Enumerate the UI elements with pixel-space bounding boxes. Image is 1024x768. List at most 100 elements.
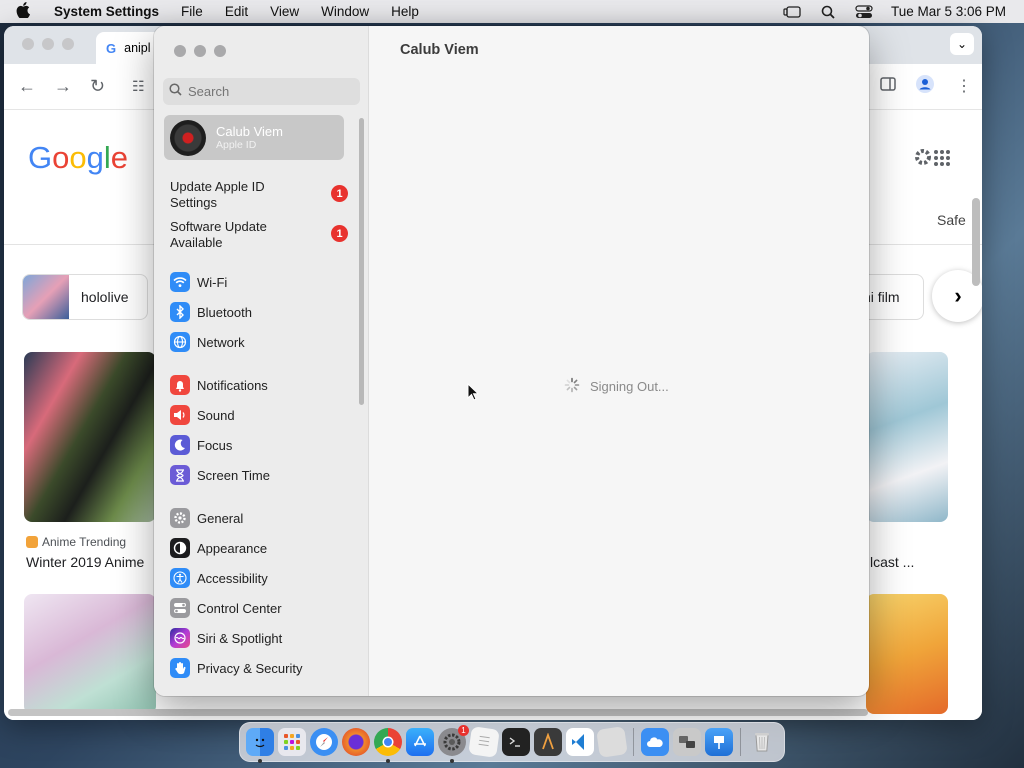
running-indicator bbox=[386, 759, 390, 763]
spotlight-search-icon[interactable] bbox=[819, 5, 837, 19]
sidebar-item-screen-time[interactable]: Screen Time bbox=[170, 464, 270, 486]
icloud-icon[interactable] bbox=[641, 728, 669, 756]
more-menu-icon[interactable]: ⋮ bbox=[956, 76, 972, 96]
page-scrollbar-horizontal[interactable] bbox=[8, 709, 868, 716]
sidebar-item-update-apple-id[interactable]: Update Apple ID Settings 1 bbox=[170, 179, 350, 211]
forward-arrow-icon[interactable]: → bbox=[54, 76, 72, 97]
sidebar-item-general[interactable]: General bbox=[170, 507, 243, 529]
anime-thumbnail-bottom-right[interactable] bbox=[866, 594, 948, 714]
sidebar-item-notifications[interactable]: Notifications bbox=[170, 374, 268, 396]
sidebar-item-wifi[interactable]: Wi-Fi bbox=[170, 271, 227, 293]
settings-search[interactable] bbox=[163, 78, 360, 105]
notification-badge: 1 bbox=[331, 185, 348, 202]
system-settings-window: Calub Viem Apple ID Update Apple ID Sett… bbox=[154, 26, 869, 696]
settings-gear-icon[interactable] bbox=[912, 146, 934, 173]
search-input[interactable] bbox=[188, 84, 348, 99]
browser-close-button[interactable] bbox=[22, 38, 34, 50]
sidebar-item-label: Accessibility bbox=[197, 570, 268, 586]
settings-minimize-button[interactable] bbox=[194, 45, 206, 57]
sidebar-item-label: General bbox=[197, 510, 244, 526]
hand-icon bbox=[170, 658, 190, 678]
settings-close-button[interactable] bbox=[174, 45, 186, 57]
card-title-left[interactable]: Winter 2019 Anime bbox=[26, 554, 144, 570]
sidebar-item-control-center[interactable]: Control Center bbox=[170, 597, 282, 619]
dock-badge: 1 bbox=[458, 725, 469, 736]
safari-icon[interactable] bbox=[310, 728, 338, 756]
bell-icon bbox=[170, 375, 190, 395]
page-title: Calub Viem bbox=[400, 42, 479, 58]
sidebar-item-focus[interactable]: Focus bbox=[170, 434, 232, 456]
gear-icon bbox=[170, 508, 190, 528]
status-text: Signing Out... bbox=[590, 379, 669, 394]
sidebar-item-apple-id[interactable]: Calub Viem Apple ID bbox=[164, 115, 344, 160]
chrome-icon[interactable] bbox=[374, 728, 402, 763]
sidebar-item-siri-spotlight[interactable]: Siri & Spotlight bbox=[170, 627, 282, 649]
app-name-menu[interactable]: System Settings bbox=[54, 4, 159, 19]
anime-thumbnail-bottom-left[interactable] bbox=[24, 594, 156, 714]
system-settings-icon[interactable]: 1 bbox=[438, 725, 469, 763]
settings-zoom-button[interactable] bbox=[214, 45, 226, 57]
menu-file[interactable]: File bbox=[181, 4, 203, 19]
finder-icon[interactable] bbox=[246, 728, 274, 763]
menu-clock[interactable]: Tue Mar 5 3:06 PM bbox=[891, 4, 1006, 19]
menu-window[interactable]: Window bbox=[321, 4, 369, 19]
launchpad-icon[interactable] bbox=[278, 728, 306, 756]
preview-icon[interactable] bbox=[596, 726, 628, 758]
card-source-label: Anime Trending bbox=[42, 535, 127, 549]
wifi-icon bbox=[170, 272, 190, 292]
google-logo[interactable]: Google bbox=[28, 140, 128, 176]
hourglass-icon bbox=[170, 465, 190, 485]
menu-view[interactable]: View bbox=[270, 4, 299, 19]
side-panel-icon[interactable] bbox=[880, 77, 896, 95]
apps-grid-icon[interactable] bbox=[934, 150, 950, 171]
sidebar-item-software-update[interactable]: Software Update Available 1 bbox=[170, 219, 350, 251]
firefox-icon[interactable] bbox=[342, 728, 370, 756]
site-settings-icon[interactable]: ☷ bbox=[132, 78, 145, 95]
running-indicator bbox=[258, 759, 262, 763]
trash-icon[interactable] bbox=[748, 728, 776, 756]
anime-thumbnail-left[interactable] bbox=[24, 352, 156, 522]
sidebar-item-bluetooth[interactable]: Bluetooth bbox=[170, 301, 252, 323]
sidebar-item-sound[interactable]: Sound bbox=[170, 404, 235, 426]
vscode-icon[interactable] bbox=[566, 728, 594, 756]
sidebar-item-label: Control Center bbox=[197, 600, 282, 616]
sidebar-item-appearance[interactable]: Appearance bbox=[170, 537, 267, 559]
settings-window-controls bbox=[174, 45, 226, 57]
card-title-right[interactable]: lcast ... bbox=[870, 554, 914, 570]
signing-out-status: Signing Out... bbox=[564, 377, 669, 396]
search-icon bbox=[169, 82, 182, 101]
safesearch-partial-label[interactable]: Safe bbox=[937, 212, 966, 228]
reload-icon[interactable]: ↻ bbox=[90, 76, 105, 97]
sidebar-item-label: Wi-Fi bbox=[197, 274, 228, 290]
apple-menu-icon[interactable] bbox=[16, 1, 44, 22]
sidebar-item-label: Screen Time bbox=[197, 467, 270, 483]
back-arrow-icon[interactable]: ← bbox=[18, 76, 36, 97]
card-source: Anime Trending bbox=[26, 535, 126, 549]
sidebar-item-label: Appearance bbox=[197, 540, 268, 556]
globe-icon bbox=[170, 332, 190, 352]
keynote-icon[interactable] bbox=[705, 728, 733, 756]
menu-help[interactable]: Help bbox=[391, 4, 419, 19]
stage-manager-icon[interactable] bbox=[783, 5, 801, 19]
migration-icon[interactable] bbox=[673, 728, 701, 756]
instruments-icon[interactable] bbox=[534, 728, 562, 756]
chip-hololive[interactable]: hololive bbox=[22, 274, 148, 320]
mouse-cursor-icon bbox=[467, 382, 480, 406]
profile-avatar-icon[interactable] bbox=[916, 75, 934, 98]
page-scrollbar-vertical[interactable] bbox=[972, 198, 980, 286]
menu-bar: System Settings File Edit View Window He… bbox=[0, 0, 1024, 23]
terminal-icon[interactable] bbox=[502, 728, 530, 756]
sidebar-scrollbar[interactable] bbox=[359, 118, 364, 405]
tab-search-chevron-icon[interactable]: ⌄ bbox=[950, 33, 974, 55]
browser-minimize-button[interactable] bbox=[42, 38, 54, 50]
sidebar-item-privacy-security[interactable]: Privacy & Security bbox=[170, 657, 302, 679]
menu-edit[interactable]: Edit bbox=[225, 4, 248, 19]
browser-zoom-button[interactable] bbox=[62, 38, 74, 50]
textedit-icon[interactable] bbox=[468, 726, 500, 758]
anime-thumbnail-right[interactable] bbox=[866, 352, 948, 522]
control-center-icon[interactable] bbox=[855, 4, 873, 19]
sidebar-item-accessibility[interactable]: Accessibility bbox=[170, 567, 268, 589]
sidebar-item-network[interactable]: Network bbox=[170, 331, 245, 353]
notification-badge: 1 bbox=[331, 225, 348, 242]
app-store-icon[interactable] bbox=[406, 728, 434, 756]
